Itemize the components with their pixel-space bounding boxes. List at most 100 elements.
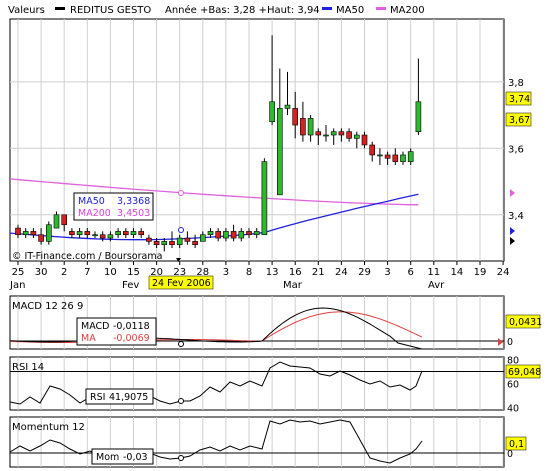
candle-down — [15, 227, 21, 236]
x-tick-label: 16 — [289, 267, 302, 278]
candle-up — [107, 234, 114, 239]
cursor-rsi-dot — [178, 398, 184, 404]
tooltip-ma-label: MA — [81, 333, 96, 344]
tooltip-ma-value: -0,0069 — [113, 333, 150, 344]
candle-up — [353, 134, 360, 139]
macd-axis-zero: 0 — [507, 337, 513, 348]
candle-up — [307, 118, 314, 136]
x-tick-label: 19 — [474, 267, 487, 278]
candle-down — [315, 131, 322, 136]
cursor-mom-dot — [178, 455, 184, 461]
tooltip-ma200-value: 3,4503 — [117, 208, 150, 219]
candle-up — [200, 234, 206, 242]
candle-down — [230, 231, 237, 239]
candle-down — [84, 231, 91, 236]
x-tick-label: 7 — [84, 267, 90, 278]
ma50-legend-swatch — [322, 7, 332, 10]
instrument-legend-swatch — [55, 7, 65, 10]
candle-up — [207, 231, 214, 236]
candle-down — [30, 231, 37, 236]
tooltip-ma50-value: 3,3368 — [117, 196, 150, 207]
candle-down — [38, 234, 44, 242]
candle-up — [161, 241, 168, 246]
candle-down — [346, 131, 352, 139]
candle-up — [176, 237, 183, 246]
x-tick-label: 10 — [104, 267, 117, 278]
tooltip-mom-label: Mom — [96, 452, 119, 463]
price-cursor-tooltip: MA50 3,3368 MA200 3,4503 — [73, 192, 154, 221]
x-tick-label: 11 — [427, 267, 440, 278]
momentum-axis-zero: 0 — [507, 449, 513, 460]
tooltip-macd-value: -0,0118 — [113, 321, 150, 332]
candle-down — [292, 108, 299, 126]
tooltip-ma50-label: MA50 — [78, 196, 105, 207]
price-y-tick: 3,6 — [508, 144, 524, 155]
candle-up — [284, 104, 291, 109]
candle-up — [276, 108, 283, 196]
x-tick-label: 24 — [335, 267, 348, 278]
x-tick-label: 14 — [451, 267, 464, 278]
month-label-avr: Avr — [428, 280, 445, 291]
price-last-value: 3,67 — [509, 115, 530, 126]
momentum-panel-title: Momentum 12 — [12, 422, 85, 433]
x-tick-label: 13 — [266, 267, 279, 278]
candle-up — [92, 234, 98, 237]
tooltip-macd-label: MACD — [81, 321, 109, 332]
momentum-cursor-tooltip: Mom -0,03 — [91, 448, 154, 465]
price-high-value: 3,74 — [509, 94, 530, 105]
candle-up — [45, 224, 52, 242]
candle-down — [99, 234, 106, 239]
x-tick-label: 24 — [497, 267, 510, 278]
rsi-y-tick: 40 — [507, 404, 519, 415]
candle-up — [377, 154, 383, 157]
macd-last-value: 0,0431 — [509, 317, 542, 328]
ma50-legend-label: MA50 — [336, 5, 364, 16]
tooltip-rsi-value: 41,9075 — [109, 392, 148, 403]
candle-down — [246, 231, 252, 236]
candle-down — [184, 237, 191, 242]
candle-down — [392, 154, 399, 162]
month-label-jan: Jan — [9, 280, 25, 291]
instrument-name: REDITUS GESTO — [70, 5, 151, 16]
values-label: Valeurs — [8, 5, 45, 16]
rsi-panel-title: RSI 14 — [12, 362, 44, 373]
momentum-last-value: 0,1 — [509, 439, 524, 450]
candle-down — [384, 154, 391, 159]
x-tick-label: 3 — [223, 267, 229, 278]
candle-up — [253, 231, 260, 236]
ma200-last-marker — [510, 189, 515, 197]
x-tick-label: 6 — [408, 267, 414, 278]
watermark: © IT-Finance.com / Boursorama — [12, 251, 162, 262]
tooltip-mom-value: -0,03 — [123, 452, 148, 463]
cursor-ma200-dot — [178, 190, 184, 196]
x-tick-label: 8 — [246, 267, 252, 278]
month-label-mar: Mar — [283, 280, 303, 291]
x-tick-label: 21 — [312, 267, 325, 278]
cursor-price-marker — [510, 237, 515, 245]
candle-up — [22, 231, 29, 236]
candle-up — [323, 134, 329, 137]
rsi-y-axis: 406080 — [507, 355, 519, 414]
ma200-legend-swatch — [376, 7, 386, 10]
stock-chart-widget: 3,4 3,6 3,8 Valeurs REDITUS GESTO Année +B… — [0, 0, 560, 471]
candle-down — [69, 231, 75, 236]
candle-down — [338, 131, 345, 136]
rsi-cursor-tooltip: RSI 41,9075 — [85, 388, 154, 405]
price-y-tick: 3,4 — [508, 211, 524, 222]
candle-down — [169, 241, 175, 246]
candle-down — [369, 144, 376, 156]
candle-up — [330, 131, 337, 136]
cursor-date-label: 24 Fev 2006 — [152, 278, 211, 289]
tooltip-rsi-label: RSI — [90, 392, 105, 403]
candle-down — [138, 231, 144, 236]
candle-up — [223, 231, 229, 239]
x-tick-label: 15 — [127, 267, 140, 278]
candle-down — [123, 231, 129, 236]
tooltip-ma200-label: MA200 — [78, 208, 111, 219]
month-label-fev: Fev — [122, 280, 139, 291]
candle-up — [415, 101, 422, 132]
candle-up — [261, 161, 268, 236]
x-tick-label: 3 — [384, 267, 390, 278]
chart-canvas: 3,4 3,6 3,8 Valeurs REDITUS GESTO Année +B… — [8, 4, 542, 468]
x-tick-label: 30 — [35, 267, 48, 278]
